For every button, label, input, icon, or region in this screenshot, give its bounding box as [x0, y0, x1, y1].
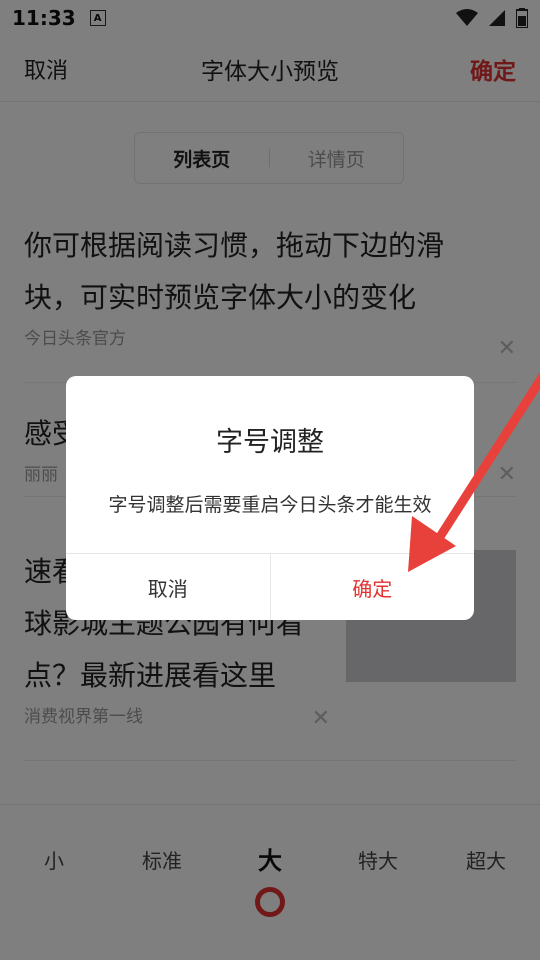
dialog-message: 字号调整后需要重启今日头条才能生效	[108, 494, 432, 516]
dialog-actions: 取消 确定	[66, 553, 474, 620]
dialog-cancel-button[interactable]: 取消	[66, 554, 271, 620]
dialog-confirm-button[interactable]: 确定	[271, 554, 475, 620]
font-size-dialog: 字号调整 字号调整后需要重启今日头条才能生效 取消 确定	[66, 376, 474, 620]
dialog-title: 字号调整	[216, 427, 324, 458]
